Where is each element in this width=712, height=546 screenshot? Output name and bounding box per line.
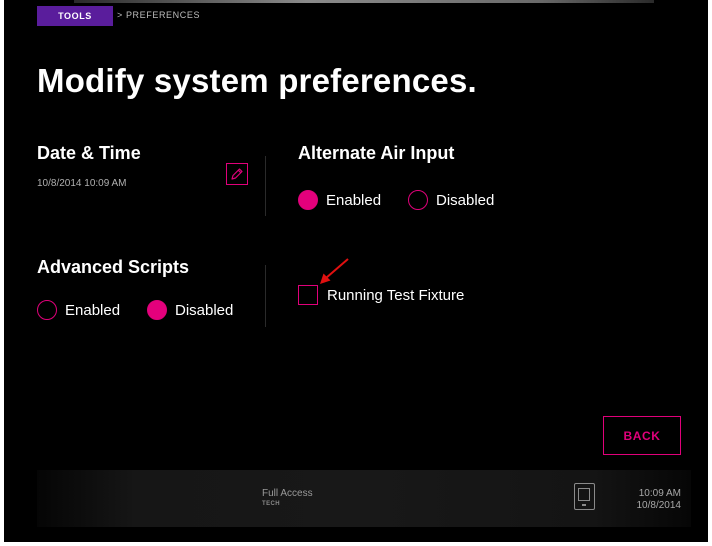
advanced-scripts-enabled-label: Enabled bbox=[65, 301, 121, 319]
footer-date: 10/8/2014 bbox=[636, 500, 682, 511]
device-screen bbox=[578, 488, 590, 501]
date-time-value: 10/8/2014 10:09 AM bbox=[37, 178, 127, 189]
advanced-scripts-disabled-label: Disabled bbox=[175, 301, 234, 319]
advanced-scripts-disabled-radio[interactable]: Disabled bbox=[147, 300, 233, 320]
column-divider-top bbox=[265, 156, 266, 216]
alternate-air-enabled-radio[interactable]: Enabled bbox=[298, 190, 381, 210]
alternate-air-title: Alternate Air Input bbox=[298, 143, 455, 163]
date-time-title: Date & Time bbox=[37, 143, 141, 163]
breadcrumb-tools[interactable]: TOOLS bbox=[37, 6, 113, 26]
radio-unselected-indicator bbox=[37, 300, 57, 320]
alternate-air-disabled-radio[interactable]: Disabled bbox=[408, 190, 494, 210]
alternate-air-disabled-label: Disabled bbox=[436, 191, 495, 209]
alternate-air-enabled-label: Enabled bbox=[326, 191, 382, 209]
radio-selected-indicator bbox=[298, 190, 318, 210]
back-button[interactable]: BACK bbox=[603, 416, 681, 455]
edit-date-time-button[interactable] bbox=[226, 163, 248, 185]
advanced-scripts-title: Advanced Scripts bbox=[37, 257, 190, 277]
radio-unselected-indicator bbox=[408, 190, 428, 210]
device-button bbox=[582, 504, 586, 506]
advanced-scripts-enabled-radio[interactable]: Enabled bbox=[37, 300, 120, 320]
breadcrumb-current: > PREFERENCES bbox=[117, 10, 201, 20]
footer-time: 10:09 AM bbox=[638, 488, 681, 499]
preferences-screen: TOOLS > PREFERENCES Modify system prefer… bbox=[4, 0, 708, 542]
page-title: Modify system preferences. bbox=[37, 62, 477, 99]
radio-selected-indicator bbox=[147, 300, 167, 320]
top-edge-line bbox=[74, 0, 654, 3]
column-divider-bottom bbox=[265, 265, 266, 327]
pencil-icon bbox=[231, 168, 243, 180]
status-bar: Full Access TECH 10:09 AM 10/8/2014 bbox=[37, 470, 691, 527]
running-test-fixture-label: Running Test Fixture bbox=[327, 286, 465, 304]
red-arrow-annotation bbox=[320, 258, 349, 284]
device-icon[interactable] bbox=[574, 483, 595, 510]
access-level-label: Full Access bbox=[262, 488, 313, 499]
checkbox-box bbox=[298, 285, 318, 305]
access-role-label: TECH bbox=[262, 501, 280, 507]
running-test-fixture-checkbox[interactable]: Running Test Fixture bbox=[298, 285, 464, 305]
